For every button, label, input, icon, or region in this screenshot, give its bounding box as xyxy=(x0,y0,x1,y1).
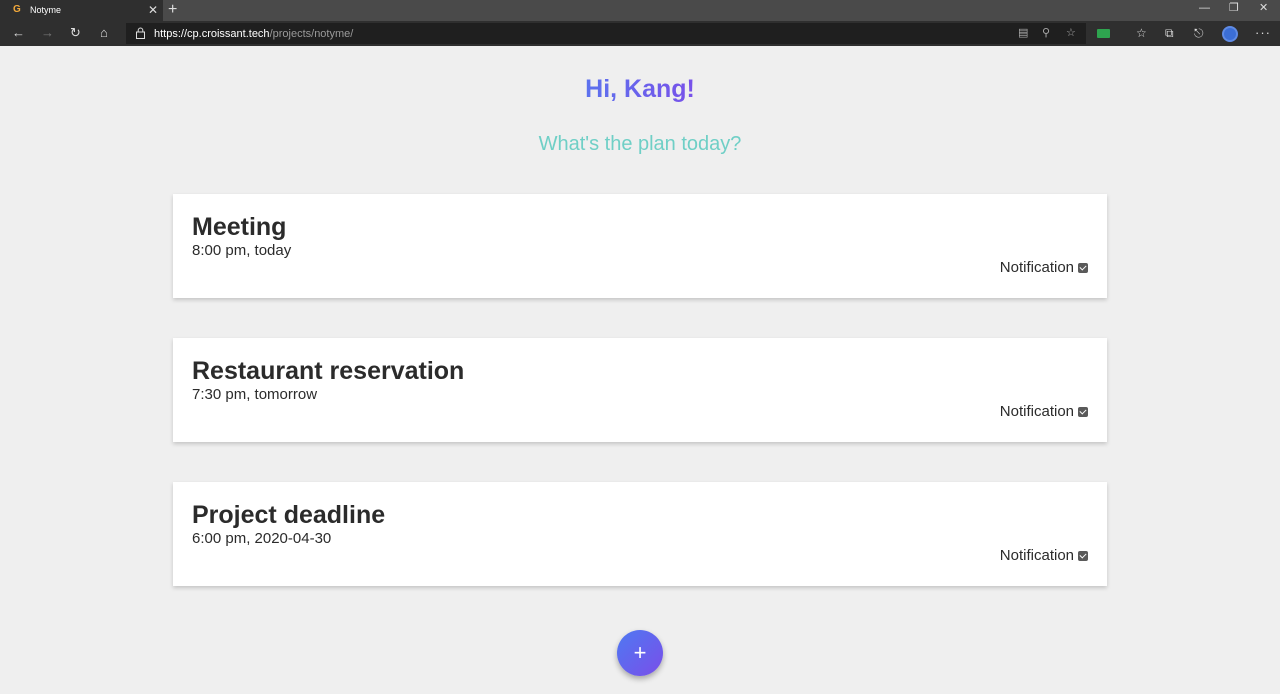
notification-toggle[interactable]: Notification xyxy=(1000,403,1088,421)
reminder-title: Restaurant reservation xyxy=(192,357,465,385)
notification-label: Notification xyxy=(999,547,1074,564)
forward-arrow-icon[interactable]: → xyxy=(41,25,54,41)
minimize-button[interactable]: — xyxy=(1199,1,1210,15)
notification-label: Notification xyxy=(999,403,1074,420)
reminder-card[interactable]: Meeting 8:00 pm, today Notification xyxy=(173,194,1107,298)
star-icon[interactable]: ☆ xyxy=(1066,27,1076,40)
lock-icon xyxy=(136,27,145,39)
tab-close-button[interactable]: ✕ xyxy=(148,3,158,17)
reader-view-icon[interactable]: ▤ xyxy=(1018,27,1028,40)
reminder-time: 8:00 pm, today xyxy=(192,242,292,259)
home-icon[interactable]: ⌂ xyxy=(100,25,108,41)
notification-label: Notification xyxy=(999,259,1074,276)
back-arrow-icon[interactable]: ← xyxy=(12,25,25,41)
browser-tab[interactable]: G Notyme ✕ xyxy=(0,0,163,21)
profile-avatar[interactable] xyxy=(1222,26,1238,42)
reminder-title: Project deadline xyxy=(192,501,386,529)
browser-tab-bar: G Notyme ✕ + — ❐ ✕ xyxy=(0,0,1280,21)
url-host: https://cp.croissant.tech xyxy=(154,28,270,40)
notification-toggle[interactable]: Notification xyxy=(1000,259,1088,277)
favorites-icon[interactable]: ☆ xyxy=(1136,26,1147,40)
add-reminder-button[interactable]: + xyxy=(617,630,663,676)
refresh-icon[interactable]: ↻ xyxy=(70,25,81,41)
new-tab-button[interactable]: + xyxy=(168,1,177,19)
reminder-card[interactable]: Project deadline 6:00 pm, 2020-04-30 Not… xyxy=(173,482,1107,586)
reminder-time: 7:30 pm, tomorrow xyxy=(192,386,318,403)
subtitle: What's the plan today? xyxy=(538,133,742,155)
reminder-time: 6:00 pm, 2020-04-30 xyxy=(192,530,332,547)
notification-toggle[interactable]: Notification xyxy=(1000,547,1088,565)
reminder-card[interactable]: Restaurant reservation 7:30 pm, tomorrow… xyxy=(173,338,1107,442)
address-bar[interactable]: https://cp.croissant.tech/projects/notym… xyxy=(126,23,1086,44)
reminder-title: Meeting xyxy=(192,213,287,241)
notification-checkbox[interactable] xyxy=(1078,263,1088,273)
share-icon[interactable]: ⎋ xyxy=(1194,26,1204,40)
window-close-button[interactable]: ✕ xyxy=(1259,1,1268,15)
browser-nav-bar: ← → ↻ ⌂ https://cp.croissant.tech/projec… xyxy=(0,21,1280,46)
collections-icon[interactable]: ⧉ xyxy=(1165,26,1174,40)
url-path: /projects/notyme/ xyxy=(269,28,354,40)
tab-title: Notyme xyxy=(30,5,62,15)
zoom-icon[interactable]: ⚲ xyxy=(1042,27,1050,40)
notification-checkbox[interactable] xyxy=(1078,551,1088,561)
url-text: https://cp.croissant.tech/projects/notym… xyxy=(154,28,353,40)
browser-menu-button[interactable]: ··· xyxy=(1255,25,1271,41)
croissant-icon: G xyxy=(13,4,21,15)
restore-button[interactable]: ❐ xyxy=(1229,1,1239,15)
notification-checkbox[interactable] xyxy=(1078,407,1088,417)
extension-icon[interactable] xyxy=(1097,29,1110,38)
greeting-heading: Hi, Kang! xyxy=(0,74,1280,104)
